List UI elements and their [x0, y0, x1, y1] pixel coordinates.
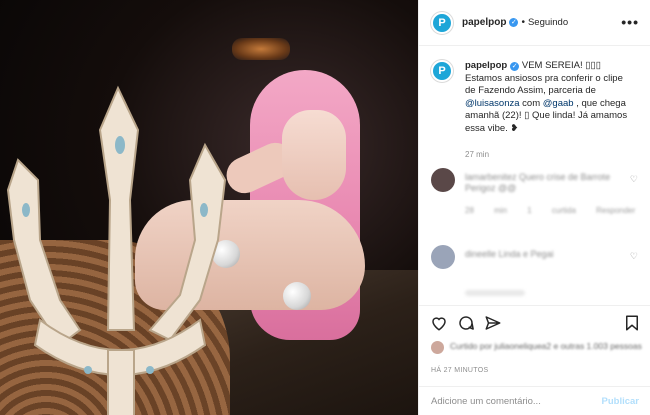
caption-avatar[interactable]: P — [431, 60, 453, 82]
heart-icon[interactable]: ♡ — [630, 251, 638, 262]
mention-link[interactable]: @luisasonza — [465, 98, 520, 109]
bookmark-icon[interactable] — [623, 314, 641, 332]
mention-link[interactable]: @gaab — [543, 98, 574, 109]
profile-avatar[interactable]: P — [431, 11, 453, 34]
add-comment-bar: Publicar — [419, 386, 650, 415]
post-header: P papelpop ✓ • Seguindo ••• — [419, 0, 650, 46]
caption-time: 27 min — [465, 150, 490, 159]
comment-text: dineelle Linda e Pegai — [465, 249, 554, 259]
heart-icon[interactable]: ♡ — [630, 174, 638, 185]
verified-badge-icon: ✓ — [510, 62, 520, 71]
publish-button[interactable]: Publicar — [602, 396, 640, 407]
likes-summary: Curtido por juliaoneliquea2 e outras 1.0… — [431, 341, 642, 354]
caption-line: VEM SEREIA! — [519, 60, 586, 71]
caption-emoji: ❥ — [510, 122, 519, 134]
share-icon[interactable] — [484, 314, 502, 332]
likes-text[interactable]: Curtido por juliaoneliquea2 e outras 1.0… — [450, 341, 642, 351]
more-options-icon[interactable]: ••• — [621, 14, 639, 30]
caption-username[interactable]: papelpop — [465, 60, 507, 71]
liker-avatar[interactable] — [431, 341, 444, 354]
trident-illustration — [6, 85, 227, 415]
caption-emoji: ▯▯▯ — [585, 60, 601, 71]
comment-icon[interactable] — [457, 314, 475, 332]
separator-dot: • — [521, 17, 525, 28]
posted-time[interactable]: HÁ 27 MINUTOS — [431, 367, 488, 374]
comment-input[interactable] — [431, 395, 602, 407]
commenter-avatar[interactable] — [431, 245, 455, 269]
action-bar — [419, 305, 650, 339]
heart-icon[interactable] — [430, 314, 448, 332]
comment-text: lamarbenitez Quero crise de Barrote Peri… — [465, 172, 611, 193]
verified-badge-icon: ✓ — [509, 18, 519, 27]
post-image[interactable] — [0, 0, 418, 415]
post-side-panel: P papelpop ✓ • Seguindo ••• P papelpop ✓ … — [418, 0, 650, 415]
following-button[interactable]: Seguindo — [528, 17, 568, 28]
commenter-avatar[interactable] — [431, 168, 455, 192]
caption-text: papelpop ✓ VEM SEREIA! ▯▯▯ Estamos ansios… — [465, 60, 636, 135]
caption-line: com — [519, 97, 543, 109]
header-username[interactable]: papelpop — [462, 17, 506, 28]
caption-line: Estamos ansiosos pra conferir o clipe de… — [465, 72, 623, 97]
post-caption: P papelpop ✓ VEM SEREIA! ▯▯▯ Estamos ansi… — [431, 60, 636, 135]
comment-meta-placeholder — [465, 290, 525, 296]
comment-meta[interactable]: 28 min 1 curtida Responder — [465, 206, 635, 215]
